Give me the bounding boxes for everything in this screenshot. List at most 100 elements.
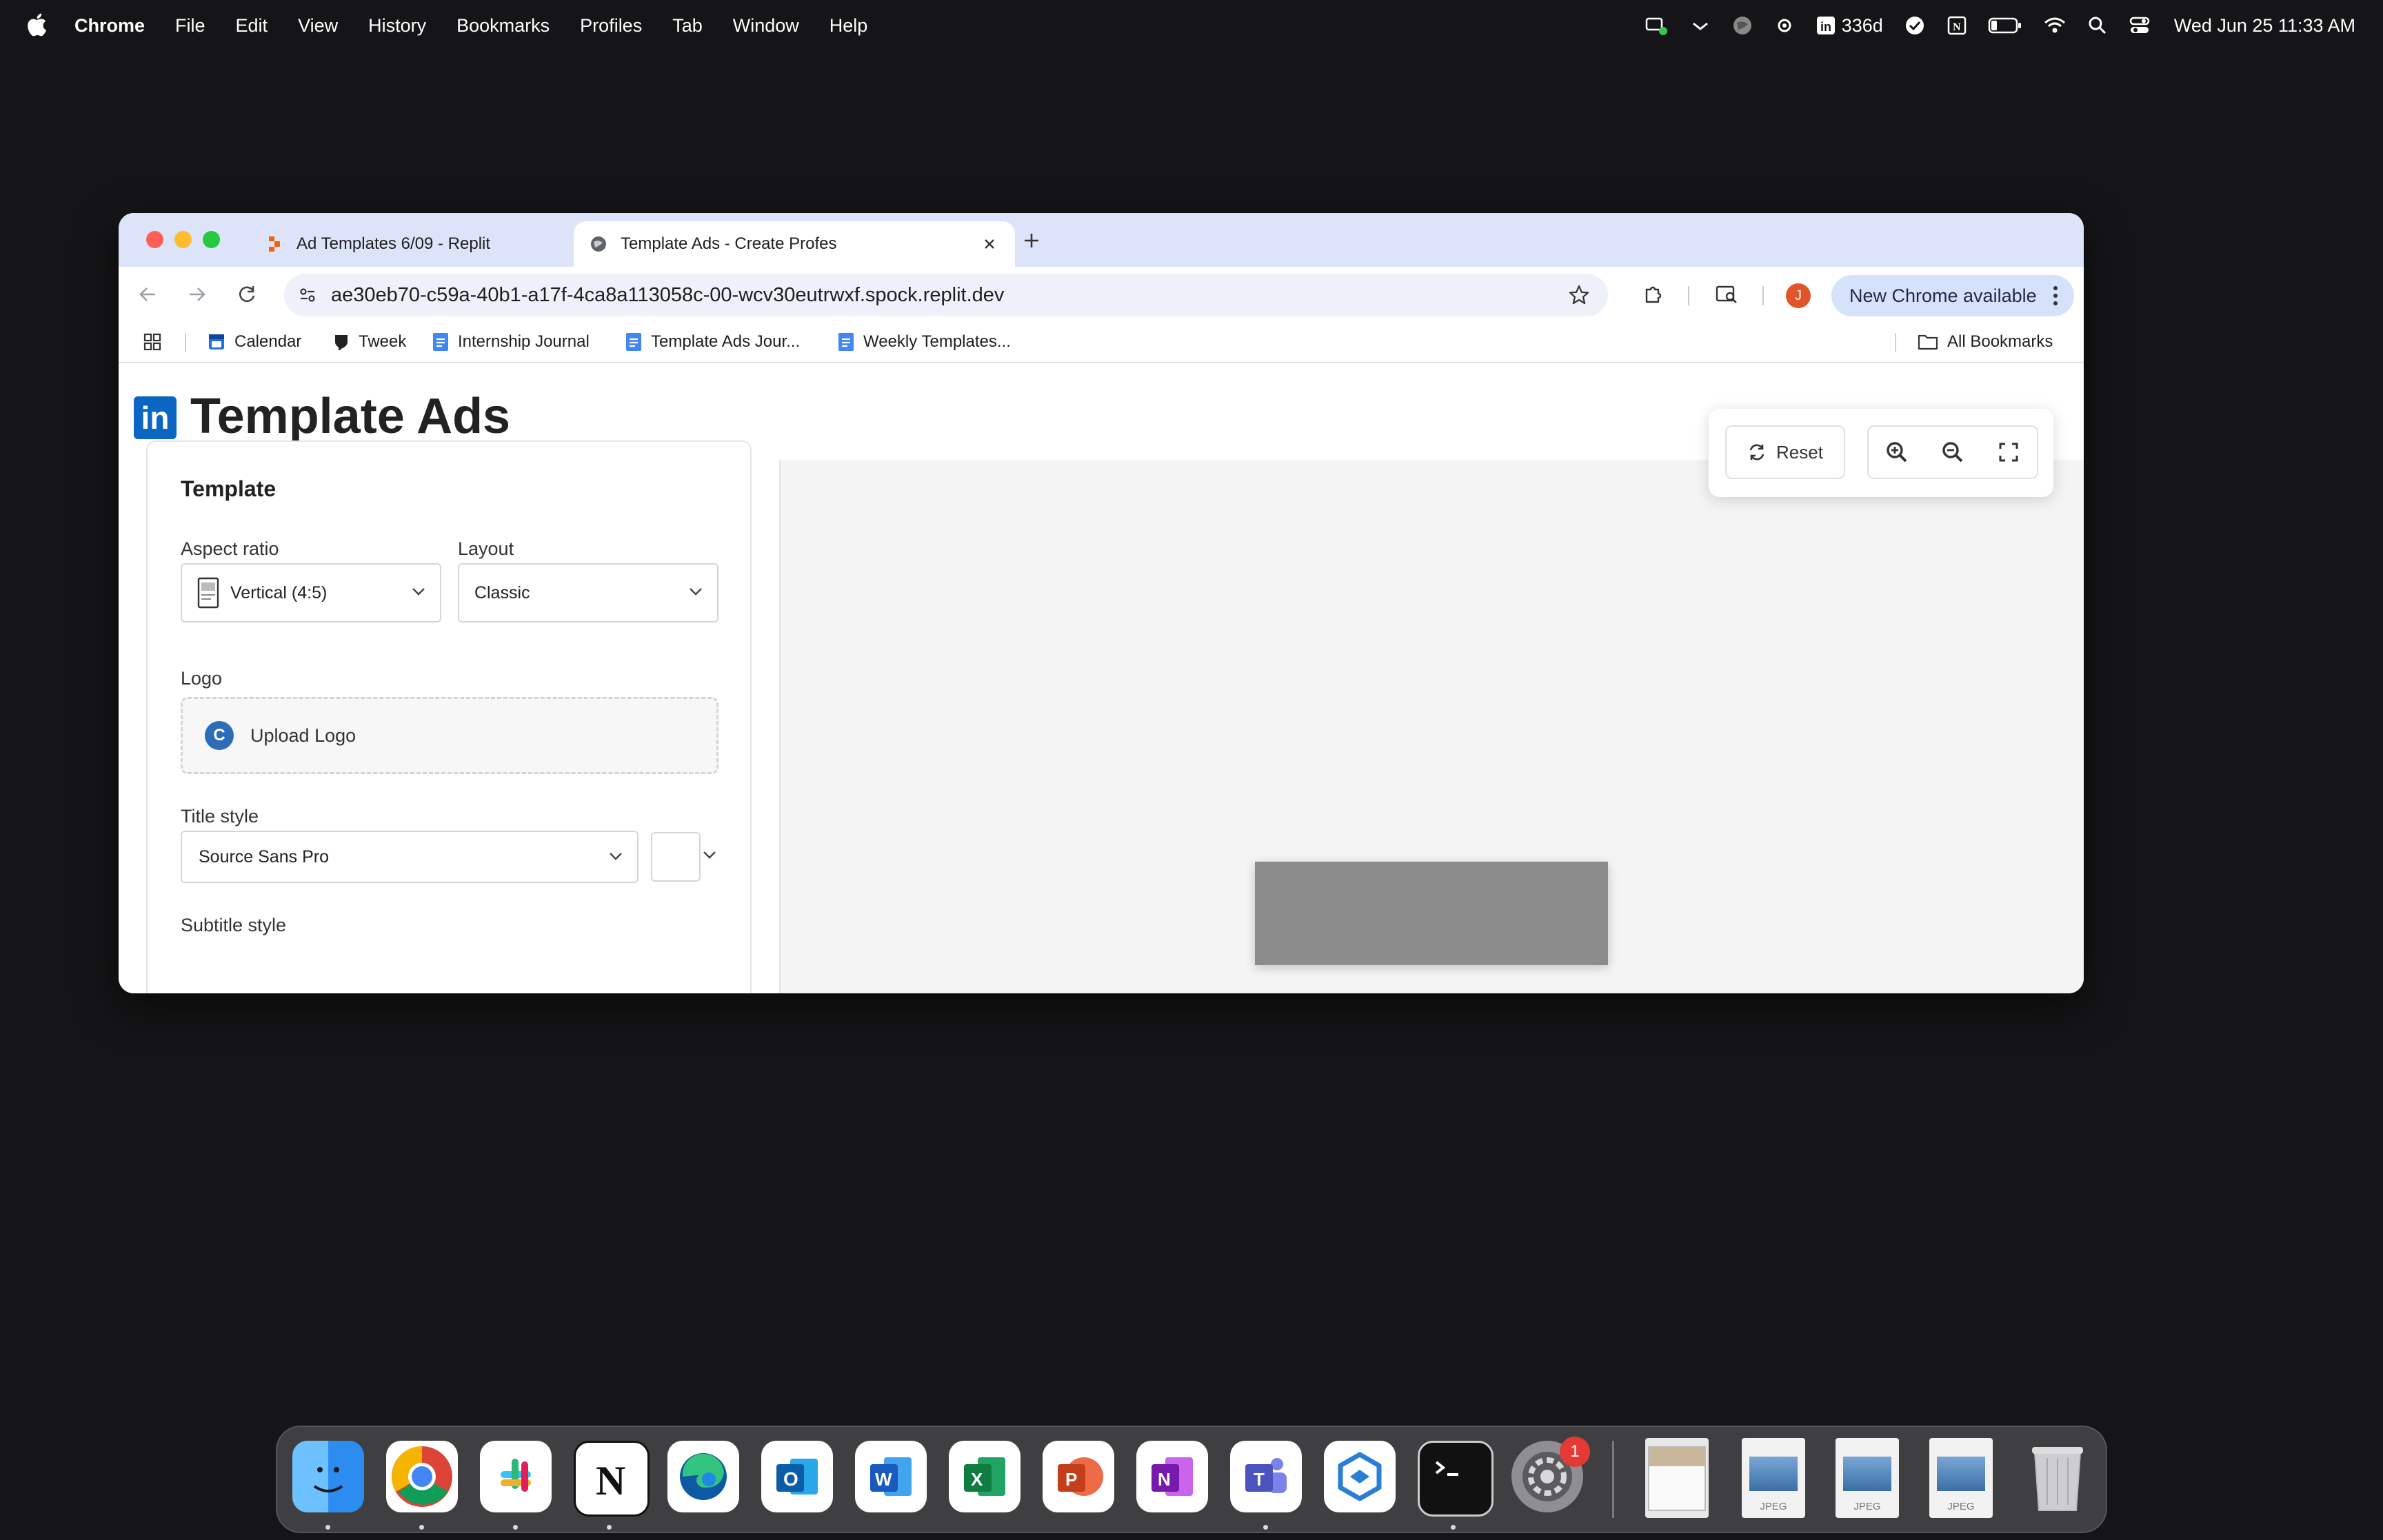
google-docs-icon [625,332,643,352]
bookmark-calendar[interactable]: Calendar [207,322,301,362]
ad-preview-canvas[interactable] [1255,862,1608,965]
chrome-icon[interactable] [386,1441,458,1512]
menu-profiles[interactable]: Profiles [580,15,642,37]
downloads-stack-icon[interactable] [1645,1438,1709,1518]
svg-text:T: T [1254,1469,1265,1490]
edge-icon[interactable] [667,1441,739,1512]
tab-title: Template Ads - Create Profes [621,234,837,253]
powerpoint-icon[interactable]: P [1043,1441,1114,1512]
window-close-button[interactable] [146,231,163,248]
title-font-select[interactable]: Source Sans Pro [181,831,639,883]
tab-template-ads[interactable]: Template Ads - Create Profes [574,221,1015,267]
menu-view[interactable]: View [298,15,338,37]
forward-arrow-icon[interactable] [183,281,211,308]
back-arrow-icon[interactable] [134,281,161,308]
menu-bookmarks[interactable]: Bookmarks [456,15,550,37]
menu-bar-clock[interactable]: Wed Jun 25 11:33 AM [2174,15,2355,37]
jpeg-file-icon[interactable]: JPEG [1929,1438,1993,1518]
notion-icon[interactable]: N [1947,15,1967,36]
all-bookmarks-button[interactable]: All Bookmarks [1917,322,2053,362]
image-thumbnail [1843,1457,1891,1491]
jpeg-file-icon[interactable]: JPEG [1742,1438,1805,1518]
update-chip-label: New Chrome available [1849,285,2037,306]
toolbar-divider [1688,286,1689,305]
activity-monitor-icon[interactable] [1645,14,1669,37]
excel-icon[interactable]: X [949,1441,1020,1512]
tab-search-icon[interactable] [1713,281,1740,308]
tab-strip: Ad Templates 6/09 - Replit Template Ads … [119,213,2084,267]
jpeg-file-icon[interactable]: JPEG [1836,1438,1899,1518]
file-type-label: JPEG [1760,1501,1787,1512]
finder-icon[interactable] [292,1441,364,1512]
trash-icon[interactable] [2022,1441,2093,1512]
onenote-icon[interactable]: N [1136,1441,1208,1512]
apps-grid-icon[interactable] [142,322,163,362]
battery-icon[interactable] [1988,17,2022,34]
upload-logo-label: Upload Logo [250,725,356,746]
chrome-window: Ad Templates 6/09 - Replit Template Ads … [119,213,2084,993]
bookmark-tweek[interactable]: Tweek [332,322,406,362]
color-picker-chevron-down-icon[interactable] [702,850,717,860]
settings-gear-icon[interactable] [1774,15,1795,36]
site-info-tune-icon[interactable] [294,281,321,309]
zoom-out-icon[interactable] [1938,437,1968,467]
svg-text:W: W [875,1469,892,1490]
svg-text:in: in [1820,20,1831,34]
new-tab-plus-icon[interactable] [1019,228,1044,253]
spotlight-search-icon[interactable] [2087,15,2108,36]
menu-edit[interactable]: Edit [236,15,268,37]
more-vert-icon[interactable] [2052,285,2059,307]
window-zoom-button[interactable] [203,231,220,248]
dock-separator [1612,1441,1614,1518]
extensions-puzzle-icon[interactable] [1640,281,1667,308]
control-center-icon[interactable] [2129,15,2151,36]
window-minimize-button[interactable] [174,231,192,248]
bookmarks-divider [1895,333,1896,352]
word-icon[interactable]: W [855,1441,927,1512]
menu-file[interactable]: File [175,15,205,37]
browser-toolbar: ae30eb70-c59a-40b1-a17f-4ca8a113058c-00-… [119,267,2084,322]
apple-menu-icon[interactable] [26,12,47,37]
layout-select[interactable]: Classic [458,563,718,622]
zoom-in-icon[interactable] [1882,437,1912,467]
aspect-ratio-select[interactable]: Vertical (4:5) [181,563,441,622]
terminal-icon[interactable] [1418,1441,1494,1517]
wifi-icon[interactable] [2043,16,2067,35]
linkedin-icon[interactable]: in 336d [1816,15,1883,37]
canvas-zoom-toolbar: Reset [1709,409,2053,497]
checkmark-circle-icon[interactable] [1904,14,1926,37]
menu-app-name[interactable]: Chrome [74,15,145,37]
folder-icon [1917,332,1939,352]
globe-favicon-icon [589,234,608,254]
address-bar[interactable]: ae30eb70-c59a-40b1-a17f-4ca8a113058c-00-… [284,274,1608,316]
profile-avatar[interactable]: J [1786,283,1811,308]
slack-icon[interactable] [480,1441,552,1512]
upload-logo-dropzone[interactable]: C Upload Logo [181,697,718,774]
reset-button[interactable]: Reset [1725,425,1845,479]
tweek-icon [332,332,350,352]
notion-app-icon[interactable]: N [574,1441,650,1517]
url-text[interactable]: ae30eb70-c59a-40b1-a17f-4ca8a113058c-00-… [331,284,1568,307]
bookmark-weekly-templates[interactable]: Weekly Templates... [837,322,1011,362]
fullscreen-icon[interactable] [1993,437,2024,467]
layout-value: Classic [474,582,530,602]
title-color-swatch[interactable] [651,832,701,882]
menu-help[interactable]: Help [829,15,868,37]
caret-icon[interactable] [1690,15,1711,36]
bookmark-internship-journal[interactable]: Internship Journal [432,322,590,362]
bookmark-star-icon[interactable] [1568,284,1590,306]
teams-icon[interactable]: T [1230,1441,1302,1512]
running-indicator [325,1525,330,1530]
svg-text:X: X [971,1469,983,1490]
menu-history[interactable]: History [368,15,426,37]
reload-icon[interactable] [233,281,261,308]
close-tab-icon[interactable] [979,234,1000,254]
cube-app-icon[interactable] [1324,1441,1396,1512]
menu-tab[interactable]: Tab [672,15,703,37]
system-settings-icon[interactable]: 1 [1511,1437,1590,1512]
globe-icon[interactable] [1731,14,1753,37]
new-chrome-available-button[interactable]: New Chrome available [1831,275,2074,316]
outlook-icon[interactable]: O [761,1441,833,1512]
menu-window[interactable]: Window [733,15,799,37]
bookmark-template-ads-journal[interactable]: Template Ads Jour... [625,322,800,362]
